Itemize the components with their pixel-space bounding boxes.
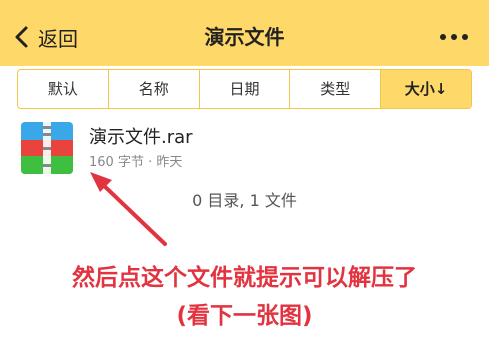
- more-dots-icon[interactable]: [436, 30, 472, 44]
- sort-tab-default[interactable]: 默认: [18, 70, 109, 108]
- file-list-item[interactable]: 演示文件.rar 160 字节 · 昨天: [0, 117, 489, 179]
- rar-archive-icon: [21, 122, 73, 174]
- directory-summary: 0 目录, 1 文件: [192, 191, 297, 210]
- file-meta: 160 字节 · 昨天: [89, 155, 183, 170]
- sort-tab-type[interactable]: 类型: [290, 70, 382, 108]
- sort-tab-size[interactable]: 大小↓: [381, 70, 471, 108]
- dot: [440, 34, 446, 40]
- page-title: 演示文件: [204, 25, 285, 49]
- top-bar: 返回 演示文件: [0, 0, 489, 66]
- dot: [451, 34, 457, 40]
- annotation-line1: 然后点这个文件就提示可以解压了: [72, 265, 417, 291]
- file-name: 演示文件.rar: [89, 127, 193, 148]
- dot: [462, 34, 468, 40]
- sort-tab-name[interactable]: 名称: [109, 70, 200, 108]
- sort-tab-date[interactable]: 日期: [200, 70, 291, 108]
- annotation-line2: (看下一张图): [176, 303, 313, 329]
- sort-bar: 默认 名称 日期 类型 大小↓: [17, 69, 472, 109]
